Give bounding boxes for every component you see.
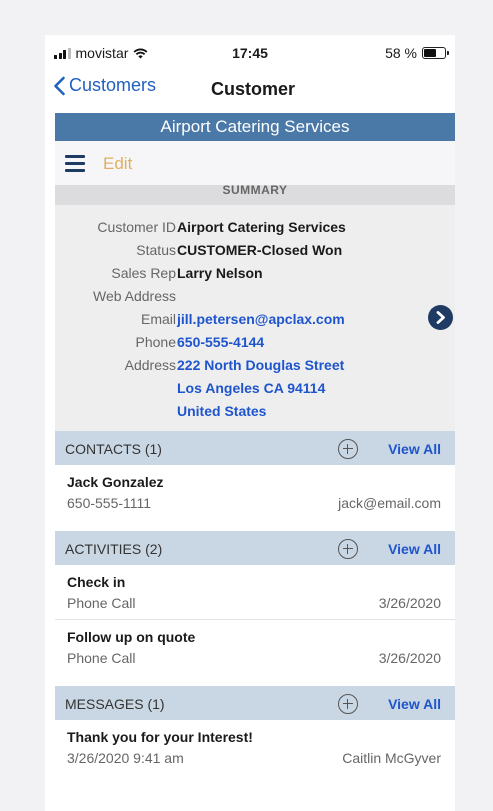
add-contact-icon[interactable] bbox=[338, 439, 358, 459]
battery-percent: 58 % bbox=[385, 45, 417, 61]
activity-type: Phone Call bbox=[67, 595, 136, 611]
navigation-bar: Customers Customer bbox=[45, 69, 455, 111]
contacts-header: CONTACTS (1) View All bbox=[55, 431, 455, 465]
back-button[interactable]: Customers bbox=[53, 75, 156, 96]
address-line-3[interactable]: United States bbox=[177, 403, 266, 419]
message-sender: Caitlin McGyver bbox=[342, 750, 441, 766]
contacts-title: CONTACTS (1) bbox=[65, 441, 162, 457]
activity-row[interactable]: Follow up on quote Phone Call 3/26/2020 bbox=[55, 620, 455, 674]
battery-icon bbox=[422, 47, 449, 59]
chevron-left-icon bbox=[54, 76, 65, 95]
field-label: Phone bbox=[135, 334, 176, 350]
battery-fill bbox=[424, 49, 436, 57]
activity-row[interactable]: Check in Phone Call 3/26/2020 bbox=[55, 565, 455, 619]
phone-link[interactable]: 650-555-4144 bbox=[177, 334, 264, 350]
add-activity-icon[interactable] bbox=[338, 539, 358, 559]
status-right: 58 % bbox=[385, 45, 449, 61]
email-link[interactable]: jill.petersen@apclax.com bbox=[177, 311, 345, 327]
page-title: Customer bbox=[211, 79, 296, 99]
messages-header: MESSAGES (1) View All bbox=[55, 686, 455, 720]
add-message-icon[interactable] bbox=[338, 694, 358, 714]
field-value: Larry Nelson bbox=[177, 265, 263, 281]
toolbar: Edit bbox=[55, 141, 455, 186]
chevron-right-icon bbox=[436, 311, 445, 324]
activity-type: Phone Call bbox=[67, 650, 136, 666]
contact-row[interactable]: Jack Gonzalez 650-555-1111 jack@email.co… bbox=[55, 465, 455, 519]
address-line-2[interactable]: Los Angeles CA 94114 bbox=[177, 380, 325, 396]
menu-icon[interactable] bbox=[65, 155, 85, 172]
field-label: Email bbox=[140, 311, 176, 327]
contact-name: Jack Gonzalez bbox=[67, 474, 164, 490]
details-button[interactable] bbox=[428, 305, 453, 330]
summary-section: SUMMARY Customer ID Airport Catering Ser… bbox=[55, 185, 455, 431]
field-value: Airport Catering Services bbox=[177, 219, 346, 235]
activity-date: 3/26/2020 bbox=[378, 650, 441, 666]
message-datetime: 3/26/2020 9:41 am bbox=[67, 750, 184, 766]
contact-phone: 650-555-1111 bbox=[67, 495, 152, 511]
summary-header: SUMMARY bbox=[55, 185, 455, 205]
field-label: Sales Rep bbox=[111, 265, 176, 281]
activities-view-all[interactable]: View All bbox=[388, 541, 441, 557]
activity-title: Check in bbox=[67, 574, 126, 590]
field-label: Web Address bbox=[92, 288, 176, 304]
activity-title: Follow up on quote bbox=[67, 629, 196, 645]
company-banner: Airport Catering Services bbox=[55, 113, 455, 141]
activities-header: ACTIVITIES (2) View All bbox=[55, 531, 455, 565]
activities-title: ACTIVITIES (2) bbox=[65, 541, 163, 557]
contact-email: jack@email.com bbox=[338, 495, 441, 511]
message-row[interactable]: Thank you for your Interest! 3/26/2020 9… bbox=[55, 720, 455, 774]
field-label: Status bbox=[136, 242, 176, 258]
back-label: Customers bbox=[69, 75, 157, 95]
activity-date: 3/26/2020 bbox=[378, 595, 441, 611]
phone-screen: movistar 17:45 58 % Customers Customer A… bbox=[45, 35, 455, 811]
address-line-1[interactable]: 222 North Douglas Street bbox=[177, 357, 344, 373]
message-subject: Thank you for your Interest! bbox=[67, 729, 253, 745]
messages-view-all[interactable]: View All bbox=[388, 696, 441, 712]
field-label: Address bbox=[124, 357, 176, 373]
status-bar: movistar 17:45 58 % bbox=[45, 35, 455, 69]
edit-button[interactable]: Edit bbox=[103, 154, 132, 174]
field-label: Customer ID bbox=[97, 219, 176, 235]
field-value: CUSTOMER-Closed Won bbox=[177, 242, 343, 258]
contacts-view-all[interactable]: View All bbox=[388, 441, 441, 457]
messages-title: MESSAGES (1) bbox=[65, 696, 165, 712]
